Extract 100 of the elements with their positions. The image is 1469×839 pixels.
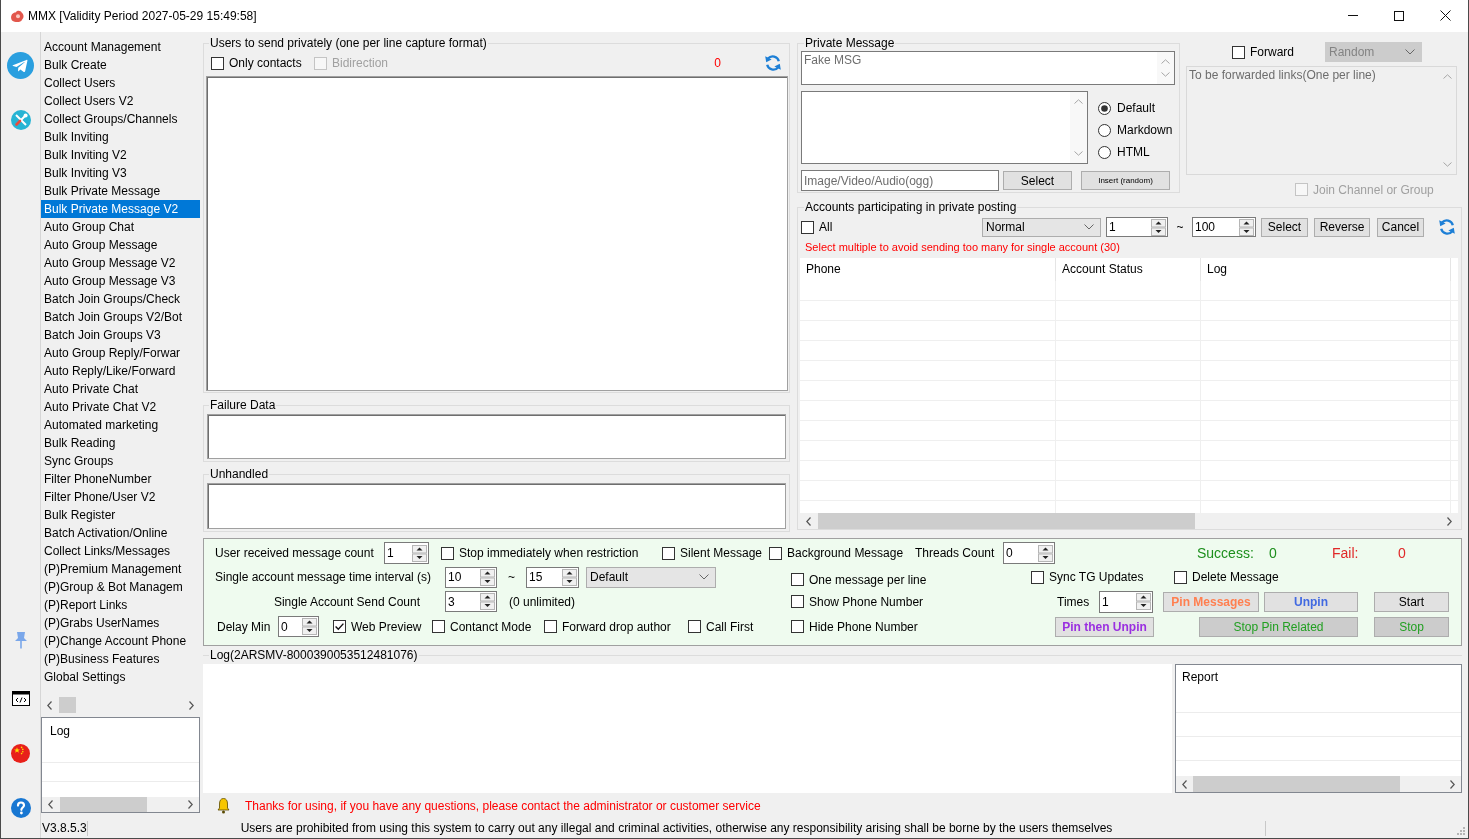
- dropdown[interactable]: Normal: [982, 217, 1101, 237]
- checkbox[interactable]: [1031, 570, 1044, 584]
- nav-item[interactable]: Collect Users V2: [41, 92, 200, 110]
- nav-item[interactable]: Bulk Inviting V2: [41, 146, 200, 164]
- up-down-arrows-icon[interactable]: [1239, 218, 1254, 236]
- number-field[interactable]: 0: [1003, 542, 1055, 564]
- radio-label[interactable]: Default: [1117, 101, 1156, 115]
- resize-grip-icon[interactable]: [1457, 827, 1465, 835]
- start-button[interactable]: Start: [1374, 591, 1449, 612]
- checkbox[interactable]: [333, 620, 346, 633]
- nav-item[interactable]: Auto Group Chat: [41, 218, 200, 236]
- checkbox-label[interactable]: All: [819, 220, 833, 234]
- checkbox[interactable]: [544, 620, 557, 633]
- up-down-arrows-icon[interactable]: [480, 593, 495, 610]
- up-down-arrows-icon[interactable]: [1038, 544, 1053, 562]
- checkbox[interactable]: [791, 595, 804, 608]
- nav-item[interactable]: (P)Premium Management: [41, 560, 200, 578]
- nav-item[interactable]: Collect Links/Messages: [41, 542, 200, 560]
- nav-item[interactable]: Auto Group Message V2: [41, 254, 200, 272]
- tools-icon[interactable]: [10, 110, 31, 130]
- nav-item[interactable]: (P)Business Features: [41, 650, 200, 668]
- nav-item[interactable]: Bulk Inviting V3: [41, 164, 200, 182]
- chevron-left-icon[interactable]: [806, 516, 811, 526]
- radio-label[interactable]: Markdown: [1117, 123, 1173, 137]
- nav-item[interactable]: Batch Activation/Online: [41, 524, 200, 542]
- nav-item[interactable]: Global Settings: [41, 668, 200, 686]
- reverse-button[interactable]: Reverse: [1314, 217, 1370, 237]
- up-down-arrows-icon[interactable]: [1151, 218, 1166, 236]
- checkbox-label[interactable]: Forward: [1250, 45, 1294, 59]
- nav-item[interactable]: Auto Reply/Like/Forward: [41, 362, 200, 380]
- select-button[interactable]: Select: [1261, 217, 1308, 237]
- unpin-button[interactable]: Unpin: [1264, 591, 1358, 612]
- checkbox-label[interactable]: One message per line: [809, 572, 927, 587]
- horizontal-scrollbar[interactable]: [800, 513, 1458, 529]
- nav-item[interactable]: (P)Grabs UserNames: [41, 614, 200, 632]
- checkbox-label[interactable]: Background Message: [787, 546, 904, 560]
- radio-button[interactable]: [1098, 145, 1111, 159]
- checkbox-label[interactable]: Stop immediately when restriction: [459, 546, 639, 560]
- up-down-arrows-icon[interactable]: [302, 618, 317, 635]
- checkbox[interactable]: [211, 56, 224, 70]
- checkbox-label[interactable]: Contanct Mode: [450, 619, 532, 634]
- nav-item[interactable]: Collect Groups/Channels: [41, 110, 200, 128]
- checkbox[interactable]: [441, 546, 454, 560]
- number-field[interactable]: 15: [526, 566, 579, 588]
- scrollbar-thumb[interactable]: [60, 797, 147, 812]
- nav-item[interactable]: Batch Join Groups V2/Bot: [41, 308, 200, 326]
- input-field[interactable]: Image/Video/Audio(ogg): [801, 170, 999, 191]
- nav-item[interactable]: Auto Group Message: [41, 236, 200, 254]
- number-field[interactable]: 1: [1099, 590, 1153, 613]
- nav-item[interactable]: Filter PhoneNumber: [41, 470, 200, 488]
- checkbox-label[interactable]: Hide Phone Number: [809, 619, 918, 634]
- select-button[interactable]: Select: [1003, 171, 1072, 190]
- up-down-arrows-icon[interactable]: [480, 568, 495, 586]
- dropdown[interactable]: Default: [586, 566, 716, 588]
- scrollbar-thumb[interactable]: [818, 513, 1195, 529]
- nav-item[interactable]: Auto Group Message V3: [41, 272, 200, 290]
- nav-item[interactable]: Bulk Inviting: [41, 128, 200, 146]
- nav-item[interactable]: Sync Groups: [41, 452, 200, 470]
- up-down-arrows-icon[interactable]: [1136, 593, 1151, 610]
- checkbox[interactable]: [432, 620, 445, 633]
- nav-item[interactable]: Batch Join Groups/Check: [41, 290, 200, 308]
- scrollbar-thumb[interactable]: [1193, 776, 1400, 792]
- checkbox[interactable]: [769, 546, 782, 560]
- up-down-arrows-icon[interactable]: [562, 568, 577, 586]
- refresh-icon[interactable]: [764, 54, 782, 72]
- chevron-left-icon[interactable]: [1182, 779, 1187, 789]
- number-field[interactable]: 3: [445, 591, 497, 612]
- scrollbar-thumb[interactable]: [59, 697, 76, 713]
- text-area[interactable]: [207, 483, 786, 529]
- nav-item[interactable]: Bulk Private Message: [41, 182, 200, 200]
- nav-item[interactable]: (P)Report Links: [41, 596, 200, 614]
- number-field[interactable]: 1: [384, 542, 429, 564]
- number-field[interactable]: 10: [445, 566, 497, 588]
- paper-plane-icon[interactable]: [7, 52, 34, 79]
- code-window-icon[interactable]: [11, 691, 30, 706]
- nav-item[interactable]: Automated marketing: [41, 416, 200, 434]
- checkbox-label[interactable]: Silent Message: [680, 546, 763, 560]
- refresh-icon[interactable]: [1438, 218, 1456, 236]
- nav-item[interactable]: (P)Group & Bot Managem: [41, 578, 200, 596]
- nav-item[interactable]: Batch Join Groups V3: [41, 326, 200, 344]
- checkbox[interactable]: [1232, 45, 1245, 59]
- checkbox[interactable]: [1174, 570, 1187, 584]
- checkbox[interactable]: [801, 220, 814, 234]
- nav-item[interactable]: Bulk Register: [41, 506, 200, 524]
- checkbox[interactable]: [791, 573, 804, 586]
- checkbox[interactable]: [688, 620, 701, 633]
- text-area[interactable]: [207, 414, 786, 459]
- nav-item[interactable]: Collect Users: [41, 74, 200, 92]
- chevron-right-icon[interactable]: [189, 700, 194, 710]
- horizontal-scrollbar[interactable]: [1176, 776, 1461, 792]
- checkbox-label[interactable]: Web Preview: [351, 619, 422, 634]
- checkbox-label[interactable]: Sync TG Updates: [1049, 570, 1144, 584]
- nav-item[interactable]: Bulk Private Message V2: [41, 200, 200, 218]
- nav-item[interactable]: Auto Private Chat: [41, 380, 200, 398]
- nav-item[interactable]: (P)Change Account Phone: [41, 632, 200, 650]
- checkbox-label[interactable]: Call First: [706, 619, 754, 634]
- checkbox[interactable]: [662, 546, 675, 560]
- checkbox-label[interactable]: Only contacts: [229, 56, 302, 70]
- nav-item[interactable]: Auto Private Chat V2: [41, 398, 200, 416]
- nav-item[interactable]: Bulk Reading: [41, 434, 200, 452]
